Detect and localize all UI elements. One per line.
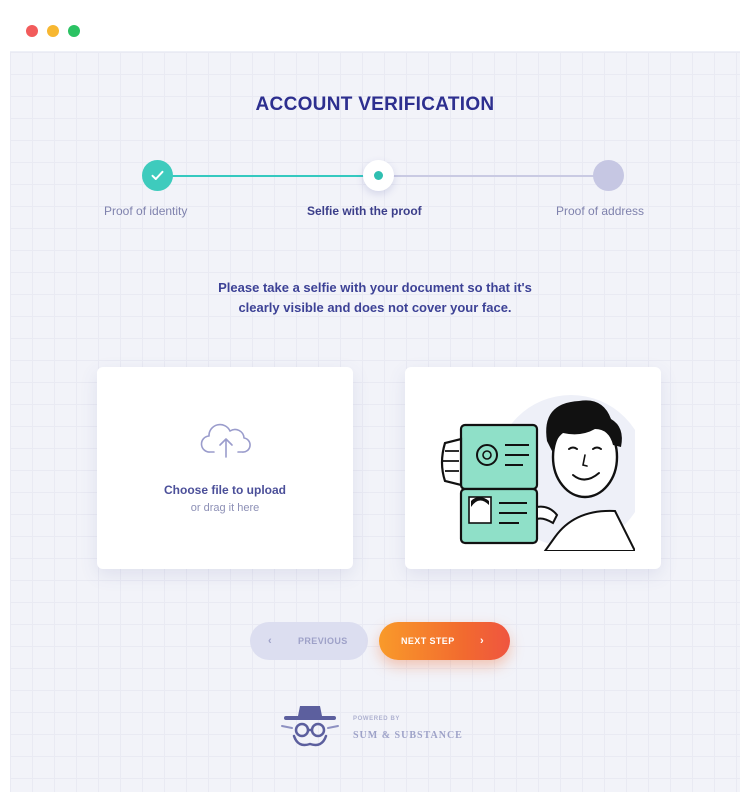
step-1-label: Proof of identity	[104, 204, 188, 218]
window-minimize-button[interactable]	[47, 25, 59, 37]
instruction-line-1: Please take a selfie with your document …	[218, 280, 532, 295]
step-2-label: Selfie with the proof	[307, 204, 422, 218]
previous-button[interactable]: ‹ PREVIOUS	[250, 622, 368, 660]
cloud-upload-icon	[200, 423, 251, 458]
window-title-bar	[10, 8, 740, 52]
powered-by-label: POWERED BY	[353, 716, 401, 722]
active-step-dot	[374, 171, 383, 180]
stepper-line-completed	[158, 175, 378, 177]
next-step-button[interactable]: NEXT STEP ›	[379, 622, 510, 660]
selfie-example-card	[405, 367, 661, 569]
upload-title: Choose file to upload	[164, 483, 286, 497]
brand-name: SUM & SUBSTANCE	[353, 730, 463, 741]
selfie-with-passport-illustration	[440, 395, 635, 551]
stepper-line-pending	[378, 175, 604, 177]
next-step-button-label: NEXT STEP	[401, 636, 455, 646]
window-close-button[interactable]	[26, 25, 38, 37]
checkmark-icon	[151, 170, 164, 180]
sum-and-substance-logo-icon	[281, 706, 339, 747]
step-2-indicator[interactable]	[363, 160, 394, 191]
upload-subtitle: or drag it here	[190, 502, 260, 514]
step-1-indicator[interactable]	[142, 160, 173, 191]
verification-page: ACCOUNT VERIFICATION Proof of identity S…	[10, 52, 740, 792]
chevron-left-icon: ‹	[268, 635, 273, 647]
chevron-right-icon: ›	[480, 635, 485, 647]
instruction-text: Please take a selfie with your document …	[160, 278, 590, 318]
step-3-label: Proof of address	[556, 204, 645, 218]
step-3-indicator	[593, 160, 624, 191]
page-title: ACCOUNT VERIFICATION	[255, 94, 495, 115]
window-maximize-button[interactable]	[68, 25, 80, 37]
instruction-line-2: clearly visible and does not cover your …	[238, 300, 512, 315]
file-upload-dropzone[interactable]: Choose file to upload or drag it here	[97, 367, 353, 569]
previous-button-label: PREVIOUS	[298, 636, 348, 646]
